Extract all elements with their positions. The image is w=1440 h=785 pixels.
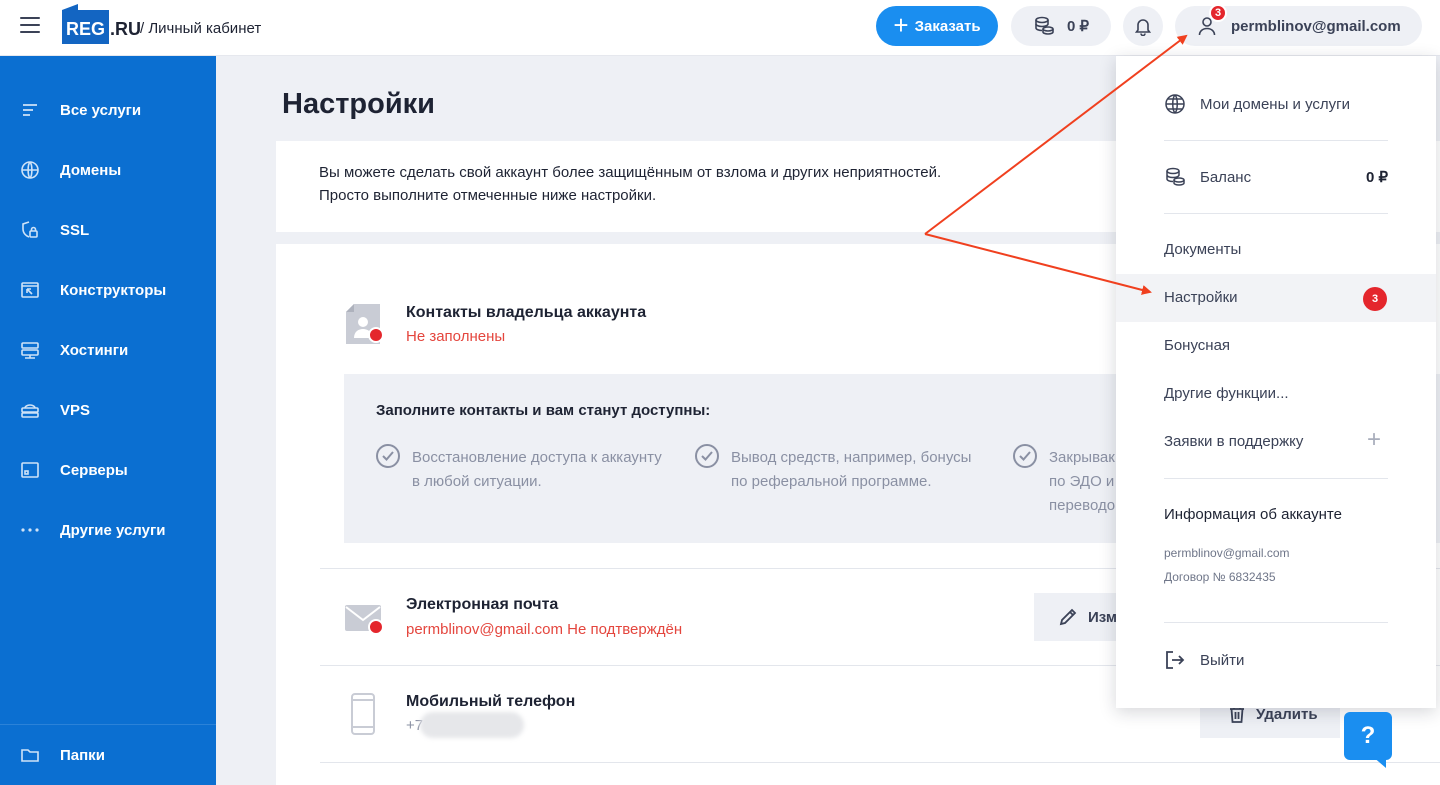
- server-icon: [21, 462, 39, 478]
- sidebar-item-vps[interactable]: VPS: [0, 390, 216, 430]
- check-circle-icon: [695, 444, 719, 468]
- feature-text: Вывод средств, например, бонусы: [731, 449, 972, 466]
- settings-badge: 3: [1363, 287, 1387, 311]
- feature-withdrawal: Вывод средств, например, бонусы по рефер…: [695, 444, 991, 494]
- email-title: Электронная почта: [406, 596, 559, 613]
- globe-icon: [21, 161, 39, 179]
- menu-separator: [1164, 622, 1388, 623]
- sidebar-divider: [0, 724, 216, 725]
- help-button-tail: [1372, 756, 1386, 768]
- list-icon: [23, 104, 37, 116]
- breadcrumb: / Личный кабинет: [140, 20, 262, 37]
- delete-label: Удалить: [1256, 705, 1318, 723]
- menu-item-bonus[interactable]: Бонусная: [1164, 337, 1230, 354]
- balance-value: 0 ₽: [1365, 169, 1388, 186]
- sidebar-item-folders[interactable]: Папки: [0, 735, 216, 775]
- phone-icon: [351, 693, 375, 735]
- phone-title: Мобильный телефон: [406, 693, 576, 710]
- user-email: permblinov@gmail.com: [1231, 17, 1401, 35]
- order-button[interactable]: + Заказать: [876, 6, 998, 46]
- sidebar-item-label: Серверы: [60, 461, 128, 479]
- bell-icon: [1134, 19, 1152, 36]
- menu-item-label: Мои домены и услуги: [1200, 95, 1351, 113]
- feature-text: в любой ситуации.: [412, 473, 542, 490]
- sidebar-item-label: Другие услуги: [60, 521, 166, 539]
- coins-icon: [1166, 167, 1185, 186]
- menu-item-label: Баланс: [1200, 168, 1252, 186]
- account-email: permblinov@gmail.com: [1164, 546, 1290, 560]
- sidebar-item-servers[interactable]: Серверы: [0, 450, 216, 490]
- sidebar-item-all-services[interactable]: Все услуги: [0, 90, 216, 130]
- notification-badge: 3: [1209, 4, 1227, 22]
- order-label: Заказать: [914, 17, 981, 35]
- section-divider: [320, 762, 1440, 763]
- add-ticket-icon[interactable]: +: [1367, 426, 1381, 454]
- dots-icon: [21, 528, 39, 532]
- alert-dot: [368, 327, 384, 343]
- sidebar-item-label: SSL: [60, 221, 90, 239]
- sidebar-item-ssl[interactable]: SSL: [0, 210, 216, 250]
- contacts-status: Не заполнены: [406, 328, 506, 345]
- email-status: permblinov@gmail.com Не подтверждён: [406, 621, 683, 638]
- pencil-icon: [1059, 608, 1077, 626]
- globe-icon: [1165, 94, 1185, 114]
- logout-button[interactable]: Выйти: [1164, 649, 1244, 671]
- menu-separator: [1164, 213, 1388, 214]
- hosting-icon: [21, 342, 39, 359]
- sidebar-item-builders[interactable]: Конструкторы: [0, 270, 216, 310]
- menu-icon[interactable]: [20, 17, 40, 35]
- menu-item-other-functions[interactable]: Другие функции...: [1164, 385, 1289, 402]
- menu-item-settings[interactable]: Настройки: [1164, 289, 1238, 306]
- folder-icon: [21, 749, 39, 762]
- menu-item-documents[interactable]: Документы: [1164, 241, 1241, 258]
- sidebar-item-domains[interactable]: Домены: [0, 150, 216, 190]
- account-dropdown-menu: Мои домены и услуги Баланс 0 ₽ Документы…: [1116, 56, 1436, 708]
- account-info-title: Информация об аккаунте: [1164, 506, 1342, 523]
- logout-icon: [1166, 651, 1185, 669]
- balance-value: 0 ₽: [1066, 18, 1090, 35]
- shield-lock-icon: [22, 221, 38, 238]
- notifications-button[interactable]: [1123, 6, 1163, 46]
- sidebar-item-label: Домены: [60, 161, 122, 179]
- contacts-title: Контакты владельца аккаунта: [406, 304, 647, 321]
- menu-item-domains[interactable]: Мои домены и услуги: [1164, 93, 1350, 115]
- feature-text: Восстановление доступа к аккаунту: [412, 449, 662, 466]
- sidebar-item-label: Хостинги: [60, 341, 129, 359]
- sidebar-item-label: Все услуги: [60, 101, 142, 119]
- check-circle-icon: [376, 444, 400, 468]
- menu-item-balance[interactable]: Баланс 0 ₽: [1164, 166, 1388, 188]
- menu-separator: [1164, 140, 1388, 141]
- contract-number: Договор № 6832435: [1164, 570, 1276, 584]
- phone-redaction: [420, 712, 524, 738]
- sidebar-item-other-services[interactable]: Другие услуги: [0, 510, 216, 550]
- edit-label: Изм: [1088, 608, 1117, 626]
- sidebar-item-label: Конструкторы: [60, 281, 167, 299]
- top-header: REG .RU / Личный кабинет + Заказать 0 ₽ …: [0, 0, 1440, 56]
- logo[interactable]: REG .RU: [62, 4, 142, 44]
- sidebar: Все услуги Домены SSL Конструкторы Хости…: [0, 56, 216, 785]
- builder-icon: [21, 282, 39, 298]
- logo-box: REG: [62, 4, 110, 44]
- sidebar-item-label: Папки: [60, 746, 105, 764]
- benefits-title: Заполните контакты и вам станут доступны…: [376, 402, 711, 419]
- vps-icon: [21, 404, 39, 418]
- feature-text: по реферальной программе.: [731, 473, 932, 490]
- check-circle-icon: [1013, 444, 1037, 468]
- balance-button[interactable]: 0 ₽: [1011, 6, 1111, 46]
- alert-dot: [368, 619, 384, 635]
- help-button[interactable]: ?: [1344, 712, 1392, 760]
- plus-icon: +: [893, 9, 909, 40]
- logo-ru: .RU: [110, 19, 142, 39]
- menu-separator: [1164, 478, 1388, 479]
- coins-icon: [1035, 16, 1054, 35]
- menu-item-label: Выйти: [1200, 651, 1245, 669]
- page-title: Настройки: [282, 88, 436, 120]
- account-menu-button[interactable]: 3 permblinov@gmail.com: [1175, 4, 1422, 46]
- sidebar-item-label: VPS: [60, 401, 91, 419]
- feature-access-recovery: Восстановление доступа к аккаунту в любо…: [376, 444, 672, 494]
- menu-item-support[interactable]: Заявки в поддержку: [1164, 433, 1303, 450]
- sidebar-item-hosting[interactable]: Хостинги: [0, 330, 216, 370]
